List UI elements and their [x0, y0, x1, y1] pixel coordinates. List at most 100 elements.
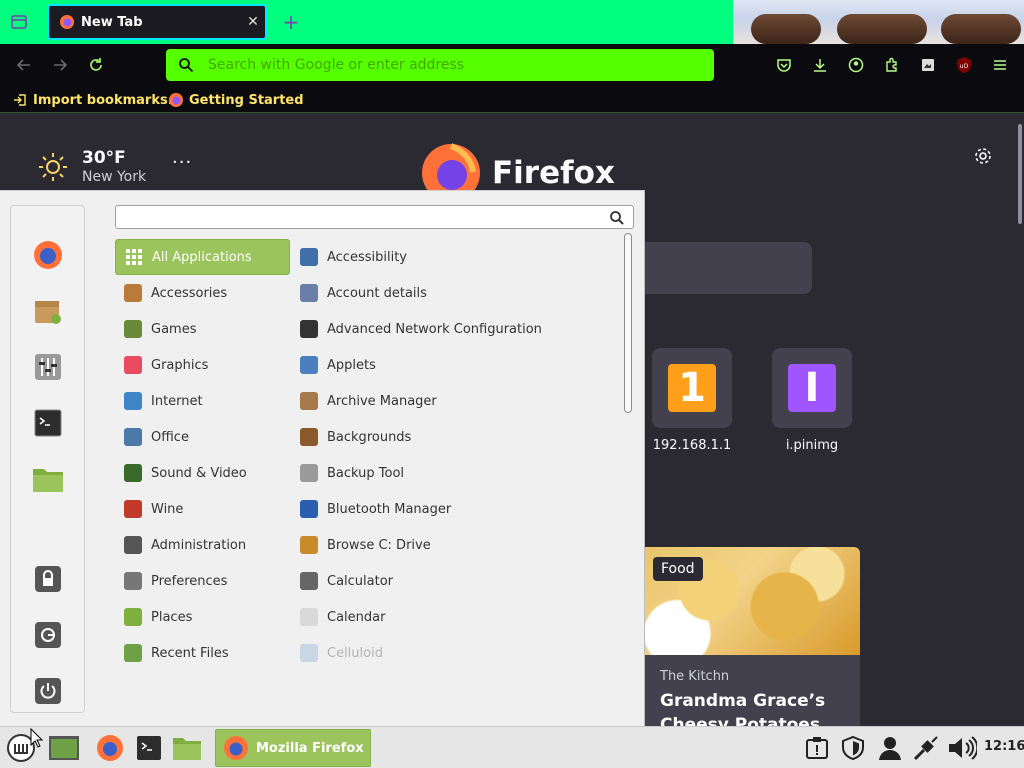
firefox-icon: [34, 241, 62, 269]
weather-options-button[interactable]: ···: [172, 152, 192, 173]
application-icon: [299, 391, 319, 411]
application-item[interactable]: Celluloid: [291, 635, 621, 671]
menu-search-field[interactable]: [115, 205, 634, 229]
shutdown-button[interactable]: [31, 674, 65, 708]
application-item[interactable]: Browse C: Drive: [291, 527, 621, 563]
newtab-search-box[interactable]: [645, 242, 812, 294]
show-desktop-button[interactable]: [46, 732, 82, 764]
forward-arrow-icon: [54, 59, 68, 71]
category-icon: [123, 355, 143, 375]
menu-scrollbar[interactable]: [624, 233, 632, 413]
shield-icon: [842, 735, 864, 761]
favorite-terminal[interactable]: [31, 406, 65, 440]
category-item[interactable]: Internet: [115, 383, 290, 419]
category-item[interactable]: Office: [115, 419, 290, 455]
application-item[interactable]: Calendar: [291, 599, 621, 635]
import-icon: [12, 92, 28, 108]
volume-tray[interactable]: [946, 732, 978, 764]
application-item[interactable]: Backup Tool: [291, 455, 621, 491]
application-item[interactable]: Account details: [291, 275, 621, 311]
network-tray[interactable]: [910, 732, 942, 764]
navigation-toolbar: uO: [0, 44, 1024, 86]
category-label: All Applications: [152, 249, 252, 265]
logout-button[interactable]: [31, 618, 65, 652]
screenshot-button[interactable]: [917, 54, 939, 76]
address-input[interactable]: [208, 57, 714, 73]
pocket-button[interactable]: [773, 54, 795, 76]
application-icon: [299, 535, 319, 555]
network-icon: [913, 736, 938, 761]
category-item[interactable]: Wine: [115, 491, 290, 527]
story-source: The Kitchn: [660, 669, 730, 684]
folder-icon: [173, 738, 201, 760]
close-tab-icon[interactable]: ✕: [241, 14, 265, 30]
user-tray[interactable]: [875, 732, 905, 764]
url-bar[interactable]: [166, 49, 714, 81]
page-scrollbar[interactable]: [1018, 124, 1022, 224]
application-icon: [299, 283, 319, 303]
lock-screen-button[interactable]: [31, 562, 65, 596]
story-card[interactable]: Food The Kitchn Grandma Grace’s Cheesy P…: [645, 547, 860, 727]
application-item[interactable]: Applets: [291, 347, 621, 383]
taskbar-firefox-launcher[interactable]: [93, 732, 127, 764]
ublock-button[interactable]: uO: [953, 54, 975, 76]
category-item[interactable]: Accessories: [115, 275, 290, 311]
gear-icon[interactable]: [972, 145, 994, 167]
top-site-box: 1: [652, 348, 732, 428]
favorite-firefox[interactable]: [31, 238, 65, 272]
category-item[interactable]: All Applications: [115, 239, 290, 275]
account-button[interactable]: [845, 54, 867, 76]
application-item[interactable]: Calculator: [291, 563, 621, 599]
taskbar-window-firefox[interactable]: Mozilla Firefox: [215, 729, 371, 767]
category-label: Administration: [151, 537, 247, 553]
application-item[interactable]: Advanced Network Configuration: [291, 311, 621, 347]
back-button[interactable]: [12, 54, 36, 76]
extensions-button[interactable]: [881, 54, 903, 76]
category-item[interactable]: Sound & Video: [115, 455, 290, 491]
firefox-icon: [97, 735, 123, 761]
tab-new-tab[interactable]: New Tab ✕: [47, 4, 267, 40]
category-item[interactable]: Graphics: [115, 347, 290, 383]
tab-list-button[interactable]: [8, 11, 30, 33]
pocket-icon: [777, 59, 791, 72]
software-manager-icon: [35, 301, 61, 324]
new-tab-button[interactable]: +: [280, 9, 302, 35]
category-item[interactable]: Administration: [115, 527, 290, 563]
reload-button[interactable]: [84, 54, 108, 76]
update-manager-tray[interactable]: [802, 732, 832, 764]
favorite-system-settings[interactable]: [31, 350, 65, 384]
bookmark-getting-started[interactable]: Getting Started: [168, 90, 304, 110]
top-site-tile[interactable]: I i.pinimg: [772, 348, 852, 453]
top-site-box: I: [772, 348, 852, 428]
category-item[interactable]: Preferences: [115, 563, 290, 599]
app-menu-button[interactable]: [989, 54, 1011, 76]
application-item[interactable]: Archive Manager: [291, 383, 621, 419]
favorite-files[interactable]: [31, 462, 65, 496]
search-icon: [610, 211, 624, 225]
category-list: All Applications Accessories Games Graphics…: [115, 239, 290, 671]
menu-search-input[interactable]: [124, 209, 604, 227]
downloads-button[interactable]: [809, 54, 831, 76]
category-label: Accessories: [151, 285, 228, 301]
bookmark-import[interactable]: Import bookmarks...: [12, 90, 183, 110]
application-item[interactable]: Accessibility: [291, 239, 621, 275]
favorite-software-manager[interactable]: [31, 294, 65, 328]
category-label: Recent Files: [151, 645, 229, 661]
taskbar-files-launcher[interactable]: [170, 732, 204, 764]
category-item[interactable]: Places: [115, 599, 290, 635]
category-item[interactable]: Recent Files: [115, 635, 290, 671]
bookmark-label: Getting Started: [189, 92, 304, 108]
forward-button[interactable]: [48, 54, 72, 76]
clock[interactable]: 12:16: [984, 739, 1024, 754]
category-label: Internet: [151, 393, 203, 409]
category-label: Places: [151, 609, 193, 625]
application-item[interactable]: Bluetooth Manager: [291, 491, 621, 527]
firewall-tray[interactable]: [838, 732, 868, 764]
application-label: Bluetooth Manager: [327, 501, 452, 517]
taskbar-terminal-launcher[interactable]: [133, 732, 165, 764]
update-manager-icon: [806, 737, 828, 759]
top-site-tile[interactable]: 1 192.168.1.1: [652, 348, 732, 453]
category-item[interactable]: Games: [115, 311, 290, 347]
application-item[interactable]: Backgrounds: [291, 419, 621, 455]
weather-widget[interactable]: 30°F New York: [38, 148, 146, 186]
